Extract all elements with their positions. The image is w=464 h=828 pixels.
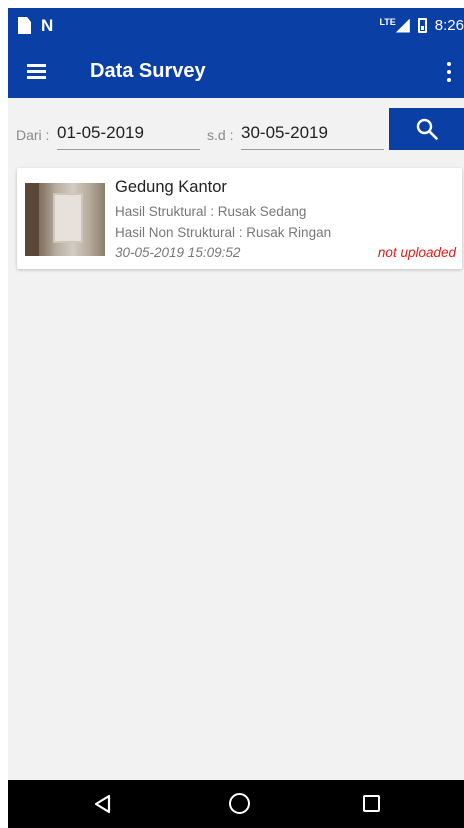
non-structural-result: Hasil Non Struktural : Rusak Ringan	[115, 225, 332, 240]
survey-list-item[interactable]: Gedung Kantor Hasil Struktural : Rusak S…	[17, 168, 462, 269]
from-date-label: Dari :	[16, 127, 50, 143]
status-right-icons: LTE 8:26	[379, 17, 464, 34]
search-button[interactable]	[389, 108, 464, 150]
status-time: 8:26	[434, 17, 464, 34]
status-bar: N LTE 8:26	[8, 8, 464, 46]
back-icon[interactable]	[94, 794, 112, 814]
upload-status-badge: not uploaded	[377, 245, 456, 260]
home-icon[interactable]	[229, 793, 250, 814]
n-notification-icon: N	[41, 16, 54, 35]
structural-result: Hasil Struktural : Rusak Sedang	[115, 204, 307, 219]
from-date-field[interactable]: 01-05-2019	[57, 120, 200, 150]
recents-icon[interactable]	[363, 795, 380, 812]
app-bar: Data Survey	[8, 46, 464, 98]
status-left-icons: N	[18, 17, 53, 34]
menu-icon[interactable]	[27, 64, 46, 79]
to-date-label: s.d :	[207, 127, 234, 143]
overflow-menu-icon[interactable]	[446, 62, 452, 82]
network-type-label: LTE	[379, 17, 396, 27]
page-title: Data Survey	[90, 60, 206, 82]
sim-card-icon	[18, 17, 31, 34]
search-icon	[416, 118, 438, 140]
app-screen: N LTE 8:26 Data Survey Dari : 01-05-2019…	[8, 8, 464, 828]
survey-datetime: 30-05-2019 15:09:52	[115, 245, 241, 260]
battery-icon	[417, 18, 427, 33]
survey-title: Gedung Kantor	[115, 178, 227, 196]
system-nav-bar	[8, 780, 464, 828]
to-date-field[interactable]: 30-05-2019	[241, 120, 384, 150]
signal-icon	[395, 18, 410, 33]
survey-photo-thumbnail	[25, 183, 105, 256]
date-filter: Dari : 01-05-2019 s.d : 30-05-2019	[8, 108, 464, 154]
